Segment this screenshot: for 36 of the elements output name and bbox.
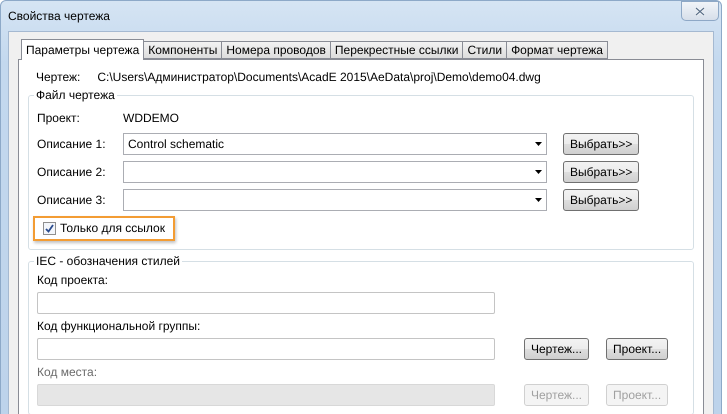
dropdown-arrow-icon	[535, 170, 542, 174]
description-label: Описание 2:	[37, 165, 107, 179]
description-dropdown[interactable]	[123, 161, 547, 183]
tab[interactable]: Стили	[462, 41, 508, 59]
description-label: Описание 1:	[37, 137, 107, 151]
field-label: Код функциональной группы:	[37, 319, 202, 333]
description-label: Описание 3:	[37, 193, 107, 207]
checkbox-label: Только для ссылок	[60, 221, 165, 235]
browse-button[interactable]: Чертеж...	[524, 338, 590, 360]
dropdown-arrow-icon	[535, 198, 542, 202]
browse-button[interactable]: Проект...	[606, 338, 668, 360]
field-label: Код проекта:	[37, 273, 110, 287]
description-dropdown[interactable]	[123, 189, 547, 211]
description-dropdown[interactable]: Control schematic	[123, 133, 547, 155]
close-icon	[695, 6, 705, 16]
window-title: Свойства чертежа	[8, 9, 110, 23]
group-title: IEC - обозначения стилей	[34, 254, 182, 268]
drawing-label: Чертеж:	[36, 70, 80, 84]
select-button[interactable]: Выбрать>>	[563, 161, 640, 183]
close-button[interactable]	[681, 1, 719, 21]
text-field[interactable]	[37, 292, 495, 314]
tab[interactable]: Компоненты	[143, 41, 222, 59]
drawing-path: C:\Users\Администратор\Documents\AcadE 2015\AeData\proj\Demo\demo04.dwg	[97, 70, 541, 84]
dropdown-arrow-icon	[535, 142, 542, 146]
field-label: Код места:	[37, 365, 98, 379]
group-title: Файл чертежа	[34, 88, 117, 102]
tab[interactable]: Перекрестные ссылки	[330, 41, 464, 59]
tab[interactable]: Формат чертежа	[506, 41, 608, 59]
project-value: WDDEMO	[123, 111, 179, 125]
select-button[interactable]: Выбрать>>	[563, 189, 640, 211]
tab[interactable]: Номера проводов	[221, 41, 331, 59]
checkbox[interactable]	[43, 222, 56, 234]
project-label: Проект:	[37, 111, 81, 125]
select-button[interactable]: Выбрать>>	[563, 133, 640, 155]
tab[interactable]: Параметры чертежа	[21, 39, 144, 60]
text-field[interactable]	[37, 338, 495, 360]
